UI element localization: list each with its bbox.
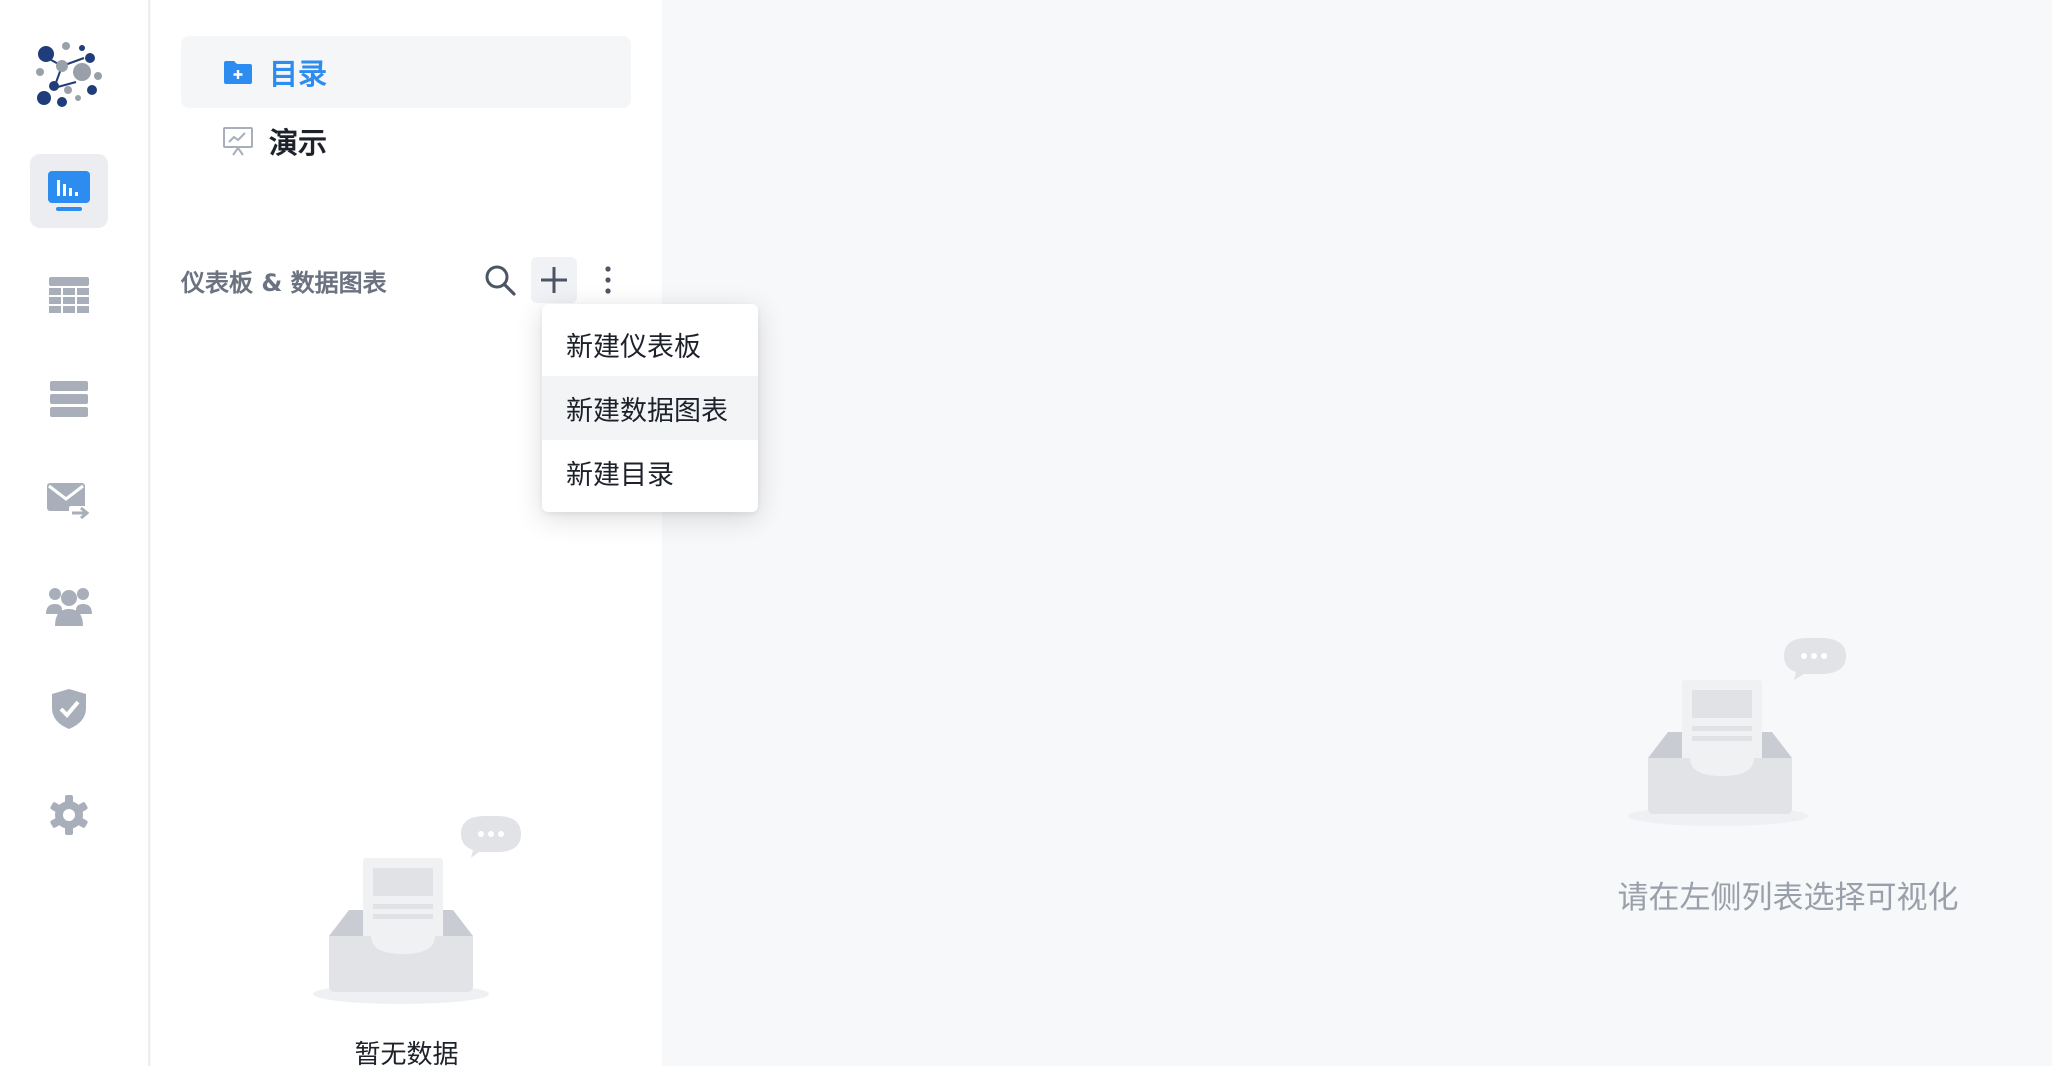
- search-button[interactable]: [477, 257, 523, 303]
- sidebar-panel: 目录 演示 仪表板 & 数据图表 暂无数据: [151, 0, 662, 1066]
- rail-item-settings[interactable]: [30, 778, 108, 852]
- empty-text: 暂无数据: [354, 1040, 459, 1066]
- section-actions: [477, 252, 631, 308]
- more-vertical-icon: [605, 266, 611, 294]
- add-button[interactable]: [531, 257, 577, 303]
- nav-item-label: 目录: [269, 57, 328, 91]
- rail-item-permissions[interactable]: [30, 672, 108, 746]
- rail-item-table[interactable]: [30, 258, 108, 332]
- rail-item-datasource[interactable]: [30, 362, 108, 436]
- icon-rail: [0, 0, 150, 1066]
- mail-forward-icon: [47, 483, 91, 520]
- empty-inbox-illustration: [1628, 638, 1846, 826]
- menu-item-new-chart[interactable]: 新建数据图表: [542, 376, 758, 440]
- search-icon: [485, 265, 516, 296]
- users-icon: [46, 588, 92, 626]
- shield-check-icon: [52, 689, 86, 729]
- menu-item-new-dashboard[interactable]: 新建仪表板: [542, 312, 758, 376]
- more-button[interactable]: [585, 257, 631, 303]
- app-window: 目录 演示 仪表板 & 数据图表 暂无数据 请在左侧列表选择可视化 新建仪表板 …: [0, 0, 2052, 1066]
- menu-item-new-folder[interactable]: 新建目录: [542, 440, 758, 504]
- nav-item-label: 演示: [269, 126, 328, 160]
- add-dropdown-menu: 新建仪表板 新建数据图表 新建目录: [542, 304, 758, 512]
- main-empty-text: 请在左侧列表选择可视化: [1617, 880, 1959, 916]
- gear-icon: [50, 795, 88, 835]
- nav-item-catalog[interactable]: 目录: [181, 36, 631, 108]
- plus-icon: [541, 267, 567, 293]
- datasource-icon: [50, 381, 88, 417]
- rail-item-schedule[interactable]: [30, 464, 108, 538]
- rail-item-dashboard[interactable]: [30, 154, 108, 228]
- section-header: 仪表板 & 数据图表: [181, 252, 631, 308]
- main-content: 请在左侧列表选择可视化: [662, 0, 2052, 1066]
- presentation-icon: [223, 126, 253, 156]
- logo: [36, 42, 102, 107]
- dashboard-icon: [48, 171, 90, 211]
- empty-inbox-illustration: [313, 816, 521, 1004]
- folder-add-icon: [223, 57, 253, 87]
- rail-item-members[interactable]: [30, 568, 108, 642]
- nav-item-presentation[interactable]: 演示: [181, 105, 631, 177]
- table-icon: [49, 277, 89, 313]
- section-title: 仪表板 & 数据图表: [181, 268, 387, 297]
